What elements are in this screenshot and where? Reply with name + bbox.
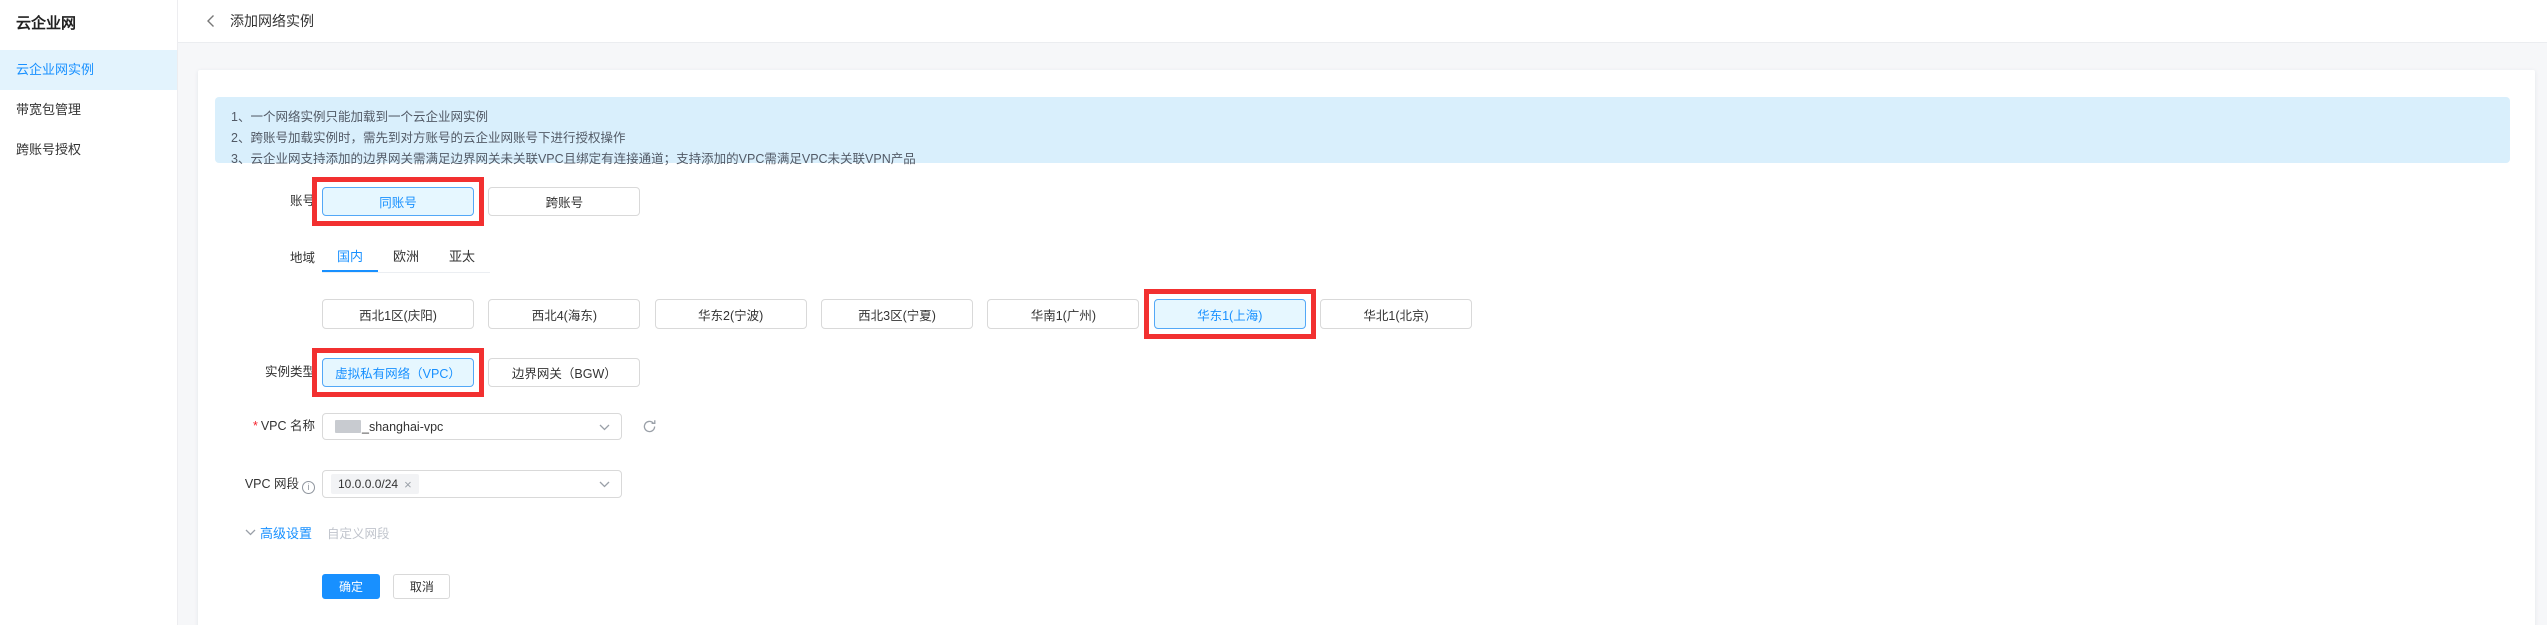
masked-text-block: [335, 420, 361, 433]
vpc-name-row: * VPC 名称 _shanghai-vpc: [198, 413, 2535, 440]
region-button-guangzhou[interactable]: 华南1(广州): [987, 299, 1140, 329]
advanced-settings-row: 高级设置 自定义网段: [245, 522, 390, 542]
custom-cidr-hint: 自定义网段: [327, 526, 390, 541]
confirm-button[interactable]: 确定: [322, 574, 380, 599]
region-button-beijing[interactable]: 华北1(北京): [1320, 299, 1473, 329]
vpc-name-label-text: VPC 名称: [260, 419, 315, 433]
instance-type-bgw-button[interactable]: 边界网关（BGW）: [488, 358, 641, 387]
vpc-cidr-label: VPC 网段 i: [198, 470, 315, 498]
sidebar-item-bandwidth-packages[interactable]: 带宽包管理: [0, 90, 177, 130]
instance-type-row: 实例类型 虚拟私有网络（VPC） 边界网关（BGW）: [198, 348, 2535, 397]
actions-row: 确定 取消: [198, 574, 2535, 599]
region-button-haidong[interactable]: 西北4(海东): [488, 299, 641, 329]
sidebar-item-cen-instances[interactable]: 云企业网实例: [0, 50, 177, 90]
page-header: 添加网络实例: [178, 0, 2547, 43]
cidr-tag-text: 10.0.0.0/24: [338, 477, 399, 491]
tab-domestic[interactable]: 国内: [322, 247, 378, 272]
refresh-button[interactable]: [638, 413, 660, 440]
same-account-button[interactable]: 同账号: [322, 187, 474, 216]
sidebar-title: 云企业网: [16, 15, 77, 32]
region-buttons-row: 西北1区(庆阳) 西北4(海东) 华东2(宁波) 西北3区(宁夏) 华南1(广州…: [198, 289, 2535, 339]
account-label: 账号: [289, 194, 315, 208]
cidr-tag: 10.0.0.0/24 ×: [331, 474, 419, 494]
vpc-name-label: * VPC 名称: [198, 413, 315, 440]
chevron-left-icon: [206, 15, 214, 27]
chevron-down-icon: [245, 529, 256, 535]
vpc-cidr-label-text: VPC 网段: [244, 477, 299, 491]
sidebar: 云企业网 云企业网实例 带宽包管理 跨账号授权: [0, 0, 178, 625]
page-title: 添加网络实例: [230, 13, 314, 29]
vpc-name-value: _shanghai-vpc: [362, 419, 444, 434]
tab-europe[interactable]: 欧洲: [378, 247, 434, 272]
region-shanghai-annotation-wrap: 华东1(上海): [1143, 289, 1316, 339]
tab-asia-pacific[interactable]: 亚太: [434, 247, 490, 272]
region-button-qingyang[interactable]: 西北1区(庆阳): [322, 299, 474, 329]
vpc-cidr-select[interactable]: 10.0.0.0/24 ×: [322, 470, 622, 498]
region-button-ningxia[interactable]: 西北3区(宁夏): [821, 299, 974, 329]
region-button-ningbo[interactable]: 华东2(宁波): [654, 299, 807, 329]
notice-line-1: 1、一个网络实例只能加载到一个云企业网实例: [231, 110, 488, 124]
account-row: 账号 同账号 跨账号: [198, 177, 2535, 226]
instance-type-vpc-annotation-wrap: 虚拟私有网络（VPC）: [312, 348, 484, 397]
form-card: 1、一个网络实例只能加载到一个云企业网实例 2、跨账号加载实例时，需先到对方账号…: [198, 70, 2535, 625]
info-icon[interactable]: i: [302, 480, 315, 494]
cross-account-button[interactable]: 跨账号: [488, 187, 641, 216]
back-button[interactable]: [202, 13, 218, 29]
region-label: 地域: [289, 251, 315, 265]
chevron-down-icon: [599, 477, 610, 491]
page: 云企业网 云企业网实例 带宽包管理 跨账号授权 添加网络实例 1、一个网络实例只…: [0, 0, 2547, 625]
vpc-cidr-row: VPC 网段 i 10.0.0.0/24 ×: [198, 470, 2535, 498]
notice-box: 1、一个网络实例只能加载到一个云企业网实例 2、跨账号加载实例时，需先到对方账号…: [215, 97, 2510, 166]
instance-type-label: 实例类型: [264, 365, 315, 379]
tag-close-icon[interactable]: ×: [404, 477, 412, 492]
vpc-name-select[interactable]: _shanghai-vpc: [322, 413, 622, 440]
region-tabs-row: 地域 国内 欧洲 亚太: [198, 247, 2535, 273]
region-button-shanghai[interactable]: 华东1(上海): [1153, 299, 1306, 329]
region-tabs: 国内 欧洲 亚太: [322, 247, 490, 273]
notice-line-2: 2、跨账号加载实例时，需先到对方账号的云企业网账号下进行授权操作: [231, 131, 626, 145]
sidebar-menu: 云企业网实例 带宽包管理 跨账号授权: [0, 50, 177, 170]
account-same-annotation-wrap: 同账号: [312, 177, 484, 226]
sidebar-item-cross-account-auth[interactable]: 跨账号授权: [0, 130, 177, 170]
notice-line-3: 3、云企业网支持添加的边界网关需满足边界网关未关联VPC且绑定有连接通道；支持添…: [231, 152, 916, 166]
advanced-settings-toggle[interactable]: 高级设置: [260, 523, 312, 542]
required-asterisk: *: [252, 419, 258, 433]
refresh-icon: [643, 420, 656, 433]
chevron-down-icon: [599, 420, 610, 434]
instance-type-vpc-button[interactable]: 虚拟私有网络（VPC）: [322, 358, 474, 387]
cancel-button[interactable]: 取消: [393, 574, 451, 599]
